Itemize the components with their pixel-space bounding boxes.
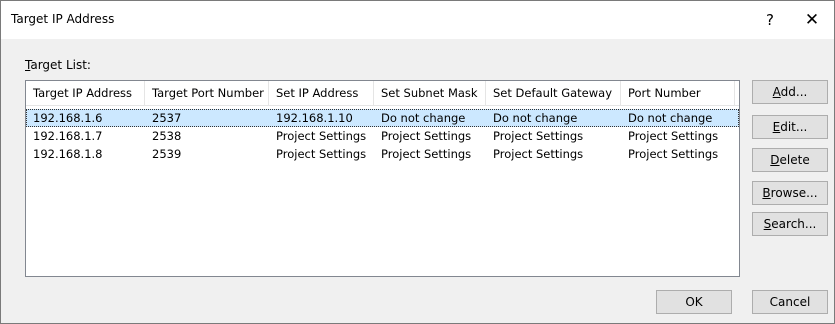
target-list-label: Target List: — [25, 58, 91, 72]
delete-button[interactable]: Delete — [752, 148, 828, 172]
cell-target-port-number: 2539 — [152, 147, 182, 161]
cell-port-number: Project Settings — [628, 147, 719, 161]
column-header-target-ip-address[interactable]: Target IP Address — [26, 81, 145, 105]
column-header-set-default-gateway[interactable]: Set Default Gateway — [486, 81, 621, 105]
cell-set-default-gateway: Project Settings — [493, 129, 584, 143]
dialog-title: Target IP Address — [11, 12, 115, 26]
cell-set-ip-address: Project Settings — [276, 147, 367, 161]
title-bar: Target IP Address ? ✕ — [1, 1, 834, 39]
browse-button-label: rowse... — [770, 186, 818, 200]
add-button-label: dd... — [780, 85, 808, 99]
delete-button-mnemonic: D — [770, 153, 780, 167]
cell-target-port-number: 2537 — [152, 111, 182, 125]
cell-set-default-gateway: Project Settings — [493, 147, 584, 161]
cell-target-ip-address: 192.168.1.8 — [33, 147, 103, 161]
header-divider — [26, 105, 739, 106]
search-button-label: earch... — [771, 217, 817, 231]
table-row[interactable]: 192.168.1.7 2538 Project Settings Projec… — [26, 127, 739, 145]
dialog-window: Target IP Address ? ✕ Target List: Targe… — [0, 0, 835, 324]
edit-button-label: dit... — [780, 120, 808, 134]
cell-target-ip-address: 192.168.1.6 — [33, 111, 103, 125]
add-button[interactable]: Add... — [752, 80, 828, 104]
table-row[interactable]: 192.168.1.6 2537 192.168.1.10 Do not cha… — [26, 109, 739, 127]
cell-set-ip-address: Project Settings — [276, 129, 367, 143]
column-header-target-port-number[interactable]: Target Port Number — [145, 81, 269, 105]
cell-set-subnet-mask: Project Settings — [381, 147, 472, 161]
cell-set-ip-address: 192.168.1.10 — [276, 111, 353, 125]
add-button-mnemonic: A — [772, 85, 781, 99]
column-header-port-number[interactable]: Port Number — [621, 81, 735, 105]
cell-set-subnet-mask: Do not change — [381, 111, 466, 125]
list-header: Target IP Address Target Port Number Set… — [26, 81, 739, 105]
browse-button[interactable]: Browse... — [752, 181, 828, 205]
browse-button-mnemonic: B — [762, 186, 771, 200]
cell-target-port-number: 2538 — [152, 129, 182, 143]
cell-target-ip-address: 192.168.1.7 — [33, 129, 103, 143]
help-button[interactable]: ? — [755, 7, 785, 33]
cancel-button[interactable]: Cancel — [752, 290, 828, 314]
column-header-set-ip-address[interactable]: Set IP Address — [269, 81, 374, 105]
cell-set-subnet-mask: Project Settings — [381, 129, 472, 143]
delete-button-label: elete — [779, 153, 810, 167]
cell-port-number: Do not change — [628, 111, 713, 125]
column-header-set-subnet-mask[interactable]: Set Subnet Mask — [374, 81, 486, 105]
search-button[interactable]: Search... — [752, 212, 828, 236]
cell-set-default-gateway: Do not change — [493, 111, 578, 125]
cell-port-number: Project Settings — [628, 129, 719, 143]
ok-button[interactable]: OK — [656, 290, 732, 314]
close-button[interactable]: ✕ — [797, 7, 827, 33]
table-row[interactable]: 192.168.1.8 2539 Project Settings Projec… — [26, 145, 739, 163]
target-list-label-rest: arget List: — [30, 58, 91, 72]
target-list[interactable]: Target IP Address Target Port Number Set… — [25, 80, 740, 277]
edit-button[interactable]: Edit... — [752, 115, 828, 139]
